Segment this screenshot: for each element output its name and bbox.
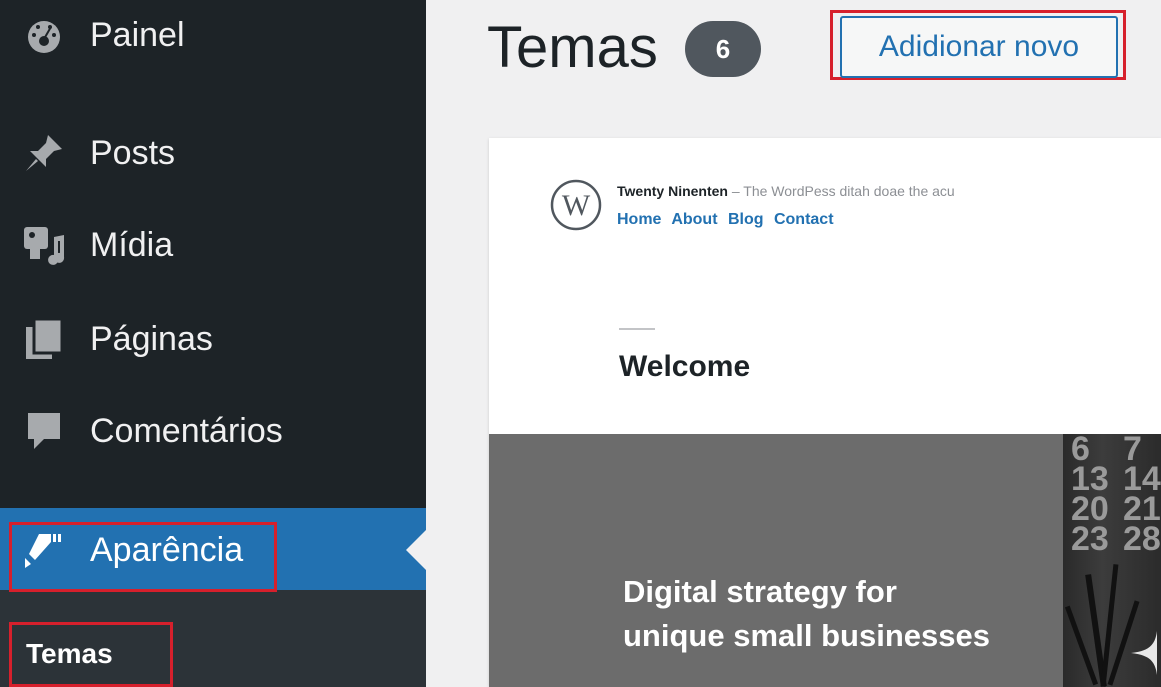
sidebar-item-label: Mídia — [90, 225, 174, 264]
wordpress-logo-icon: W — [550, 179, 602, 231]
site-tagline: – The WordPess ditah doae the acu — [731, 183, 955, 199]
hero-section: Digital strategy for unique small busine… — [489, 434, 1161, 687]
hero-title-line: Digital strategy for — [623, 574, 897, 609]
sidebar-item-label: Páginas — [90, 319, 213, 358]
admin-sidebar: Painel Posts Mídia Páginas Comentários A… — [0, 0, 426, 687]
comment-icon — [18, 407, 70, 455]
sidebar-item-label: Painel — [90, 15, 185, 54]
sidebar-item-painel[interactable]: Painel — [0, 0, 426, 70]
brush-icon — [18, 526, 70, 574]
calendar-number: 23 — [1071, 520, 1109, 558]
pages-icon — [18, 315, 70, 363]
theme-count-badge: 6 — [685, 21, 761, 77]
sidebar-item-posts[interactable]: Posts — [0, 118, 426, 188]
sidebar-item-label: Aparência — [90, 530, 244, 569]
sidebar-item-aparencia[interactable]: Aparência — [0, 508, 426, 592]
site-header-line: Twenty Ninenten – The WordPess ditah doa… — [617, 183, 955, 199]
separator — [619, 328, 655, 330]
nav-link-about[interactable]: About — [671, 211, 717, 228]
submenu-item-temas[interactable]: Temas — [26, 638, 113, 670]
nav-link-contact[interactable]: Contact — [774, 211, 834, 228]
site-name: Twenty Ninenten — [617, 183, 728, 199]
pin-icon — [18, 129, 70, 177]
sparkle-icon — [1131, 631, 1157, 675]
site-nav: Home About Blog Contact — [617, 211, 840, 229]
media-icon — [18, 221, 70, 269]
appearance-submenu: Temas — [0, 590, 426, 687]
hero-title-line: unique small businesses — [623, 618, 990, 653]
nav-link-home[interactable]: Home — [617, 211, 661, 228]
nav-link-blog[interactable]: Blog — [728, 211, 764, 228]
hero-title: Digital strategy for unique small busine… — [623, 570, 1063, 658]
sidebar-item-paginas[interactable]: Páginas — [0, 304, 426, 374]
welcome-heading: Welcome — [619, 350, 751, 383]
active-indicator-arrow — [406, 530, 426, 570]
add-new-theme-button[interactable]: Adidionar novo — [840, 16, 1118, 78]
theme-card[interactable]: W Twenty Ninenten – The WordPess ditah d… — [489, 138, 1161, 687]
svg-text:W: W — [562, 189, 591, 222]
calendar-number: 28 — [1123, 520, 1161, 558]
sidebar-item-label: Comentários — [90, 411, 283, 450]
sidebar-item-midia[interactable]: Mídia — [0, 210, 426, 280]
page-title: Temas — [487, 15, 658, 80]
dashboard-icon — [18, 11, 70, 59]
sidebar-item-label: Posts — [90, 133, 176, 172]
sidebar-item-comentarios[interactable]: Comentários — [0, 396, 426, 466]
